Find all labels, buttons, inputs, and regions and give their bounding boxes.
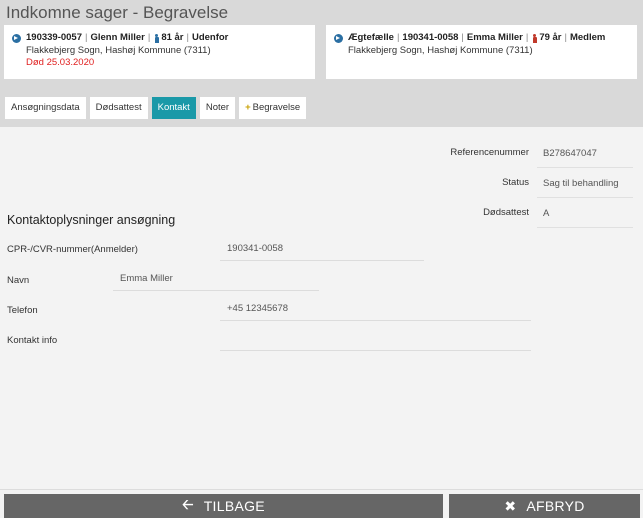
back-button[interactable]: 🡠 TILBAGE	[4, 494, 443, 518]
cpr-label: CPR-/CVR-nummer(Anmelder)	[7, 244, 138, 255]
name-label: Navn	[7, 275, 30, 286]
deceased-status: Udenfor	[191, 32, 229, 43]
spouse-age: 79 år	[539, 32, 562, 43]
spouse-name: Emma Miller	[466, 32, 523, 43]
reference-label: Referencenummer	[450, 147, 529, 158]
footer-bar: 🡠 TILBAGE ✖ AFBRYD	[0, 489, 643, 518]
status-value: Sag til behandling	[537, 176, 633, 198]
name-field[interactable]: Emma Miller	[113, 271, 319, 291]
phone-field[interactable]: +45 12345678	[220, 301, 531, 321]
content-area: Referencenummer B278647047 Status Sag ti…	[0, 127, 643, 489]
spouse-status: Medlem	[569, 32, 606, 43]
cpr-field[interactable]: 190341-0058	[220, 241, 424, 261]
separator: |	[396, 32, 400, 43]
deceased-parish: Flakkebjerg Sogn, Hashøj Kommune (7311)	[26, 44, 211, 56]
phone-label: Telefon	[7, 305, 38, 316]
arrow-right-circle-icon[interactable]	[334, 33, 343, 43]
back-button-label: TILBAGE	[203, 498, 265, 514]
female-person-icon	[532, 33, 537, 43]
tab-begravelse-label: Begravelse	[252, 102, 301, 113]
separator: |	[147, 32, 151, 43]
cancel-button-label: AFBRYD	[526, 498, 585, 514]
spouse-relation: Ægtefælle	[348, 32, 394, 43]
arrow-right-circle-icon[interactable]	[12, 33, 21, 43]
spouse-card[interactable]: Ægtefælle | 190341-0058 | Emma Miller | …	[326, 25, 637, 79]
tab-noter[interactable]: Noter	[199, 97, 236, 119]
deceased-card[interactable]: 190339-0057 | Glenn Miller | 81 år | Ude…	[4, 25, 315, 79]
tab-kontakt[interactable]: Kontakt	[151, 97, 196, 119]
status-label: Status	[502, 177, 529, 188]
contact-section-title: Kontaktoplysninger ansøgning	[7, 213, 176, 227]
death-cert-label: Dødsattest	[483, 207, 529, 218]
tab-ansoegningsdata[interactable]: Ansøgningsdata	[5, 97, 86, 119]
separator: |	[186, 32, 189, 43]
contact-info-field[interactable]	[220, 331, 531, 351]
male-person-icon	[154, 33, 159, 43]
deceased-cpr: 190339-0057	[26, 32, 82, 43]
cancel-button[interactable]: ✖ AFBRYD	[449, 494, 640, 518]
close-icon: ✖	[504, 497, 517, 514]
deceased-death-date: Død 25.03.2020	[26, 57, 95, 68]
separator: |	[461, 32, 464, 43]
arrow-left-icon: 🡠	[182, 496, 194, 512]
plus-icon: +	[245, 102, 251, 113]
header: Indkomne sager - Begravelse 190339-0057 …	[0, 0, 643, 127]
separator: |	[564, 32, 567, 43]
death-cert-value: A	[537, 206, 633, 228]
spouse-cpr: 190341-0058	[402, 32, 459, 43]
page-title: Indkomne sager - Begravelse	[6, 3, 229, 22]
deceased-name: Glenn Miller	[90, 32, 145, 43]
contact-info-label: Kontakt info	[7, 335, 58, 346]
tab-begravelse[interactable]: + Begravelse	[239, 97, 307, 119]
tab-bar: Ansøgningsdata Dødsattest Kontakt Noter …	[5, 97, 310, 119]
separator: |	[525, 32, 529, 43]
reference-value: B278647047	[537, 146, 633, 168]
spouse-parish: Flakkebjerg Sogn, Hashøj Kommune (7311)	[348, 44, 533, 56]
deceased-age: 81 år	[161, 32, 184, 43]
tab-doedsattest[interactable]: Dødsattest	[89, 97, 148, 119]
separator: |	[85, 32, 88, 43]
